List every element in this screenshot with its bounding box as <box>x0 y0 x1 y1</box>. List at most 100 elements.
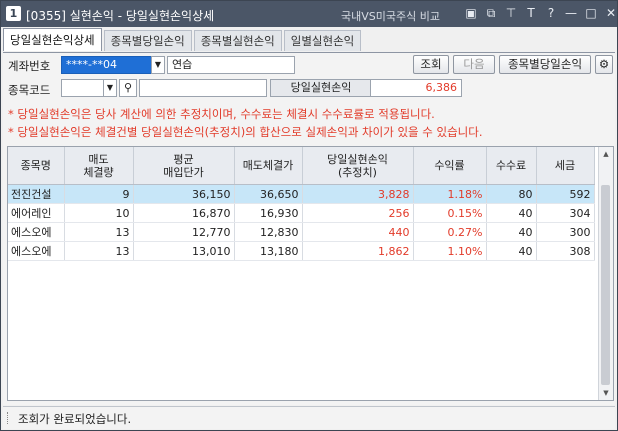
by-stock-pnl-button[interactable]: 종목별당일손익 <box>499 55 591 74</box>
grip-icon <box>7 412 10 424</box>
tab-2[interactable]: 종목별실현손익 <box>193 30 282 51</box>
table-cell: 36,650 <box>234 184 303 204</box>
status-message: 조회가 완료되었습니다. <box>18 412 132 426</box>
table-cell: 36,150 <box>133 184 235 204</box>
table-cell: 13,180 <box>234 241 303 261</box>
table-cell: 0.27% <box>413 222 487 242</box>
table-cell: 12,770 <box>133 222 235 242</box>
column-header[interactable]: 수익률 <box>413 147 487 185</box>
table-cell: 에스오에 <box>8 241 65 261</box>
account-dropdown-arrow[interactable]: ▼ <box>151 56 165 74</box>
column-header-line: 매도체결가 <box>242 159 294 172</box>
title-bar-controls: ▣ ⧉ ⊤ T? — □ ✕ <box>464 6 618 21</box>
table-cell: 256 <box>302 203 414 223</box>
table-cell: 전진건설 <box>8 184 65 204</box>
table-cell: 10 <box>64 203 134 223</box>
table-row[interactable]: 에스오에 13 13,010 13,180 1,862 1.10% 40 308 <box>8 241 595 261</box>
column-header[interactable]: 종목명 <box>8 147 65 185</box>
magnifier-icon: ⚲ <box>123 81 133 94</box>
table-cell: 1.10% <box>413 241 487 261</box>
window-icon[interactable]: ▣ <box>464 6 478 21</box>
table-cell: 40 <box>486 203 537 223</box>
table-cell: 0.15% <box>413 203 487 223</box>
next-button[interactable]: 다음 <box>453 55 495 74</box>
pnl-value: 6,386 <box>370 79 462 97</box>
column-header-line: 수수료 <box>495 159 527 172</box>
stock-code-label: 종목코드 <box>8 83 51 97</box>
table-row[interactable]: 에어레인 10 16,870 16,930 256 0.15% 40 304 <box>8 203 595 223</box>
column-header-line: 당일실현손익 <box>327 152 388 166</box>
column-header-line: 종목명 <box>20 159 51 172</box>
settings-button[interactable]: ⚙ <box>595 55 613 74</box>
stock-code-input[interactable] <box>61 79 105 97</box>
table-cell: 3,828 <box>302 184 414 204</box>
note-estimate: * 당일실현손익은 당사 계산에 의한 추정치이며, 수수료는 체결시 수수료률… <box>8 107 435 121</box>
column-header-line: 세금 <box>554 159 576 172</box>
compare-link[interactable]: 국내VS미국주식 비교 <box>341 8 440 24</box>
scroll-down-icon[interactable]: ▼ <box>599 386 613 400</box>
pnl-detail-grid: 종목명 매도 체결량 평균 매입단가 매도체결가 당일실현손익 (추정치) 수익률 수수료 세금 전… <box>7 146 614 401</box>
window-number-badge: 1 <box>6 6 21 21</box>
app-window: 1 [0355] 실현손익 - 당일실현손익상세 국내VS미국주식 비교 ▣ ⧉ ⊤… <box>0 0 618 431</box>
table-cell: 에어레인 <box>8 203 65 223</box>
gear-icon: ⚙ <box>598 57 610 71</box>
column-header[interactable]: 수수료 <box>486 147 537 185</box>
tab-0[interactable]: 당일실현손익상세 <box>3 28 102 51</box>
table-cell: 300 <box>536 222 595 242</box>
table-cell: 에스오에 <box>8 222 65 242</box>
stock-code-dropdown-arrow[interactable]: ▼ <box>103 79 117 97</box>
table-cell: 1,862 <box>302 241 414 261</box>
tab-3[interactable]: 일별실현손익 <box>283 30 362 51</box>
table-row[interactable]: 에스오에 13 12,770 12,830 440 0.27% 40 300 <box>8 222 595 242</box>
column-header-line: 체결량 <box>83 165 114 179</box>
window-title: [0355] 실현손익 - 당일실현손익상세 <box>26 9 215 23</box>
table-cell: 9 <box>64 184 134 204</box>
copy-icon[interactable]: ⧉ <box>484 6 498 21</box>
table-cell: 592 <box>536 184 595 204</box>
vertical-scrollbar[interactable]: ▲ ▼ <box>598 147 613 400</box>
account-name-field: 연습 <box>167 56 295 74</box>
table-cell: 13 <box>64 241 134 261</box>
column-header[interactable]: 당일실현손익 (추정치) <box>302 147 414 185</box>
pnl-label: 당일실현손익 <box>270 79 372 97</box>
search-button[interactable]: 조회 <box>413 55 449 74</box>
column-header-line: 평균 <box>173 152 194 166</box>
account-number-select[interactable]: ****-**04 <box>61 56 153 74</box>
scroll-thumb[interactable] <box>601 185 610 385</box>
title-bar[interactable]: 1 [0355] 실현손익 - 당일실현손익상세 국내VS미국주식 비교 ▣ ⧉ ⊤… <box>1 1 617 27</box>
table-cell: 16,870 <box>133 203 235 223</box>
column-header-line: 매입단가 <box>163 165 204 179</box>
table-cell: 304 <box>536 203 595 223</box>
column-header[interactable]: 매도 체결량 <box>64 147 134 185</box>
font-icon[interactable]: T <box>524 6 538 21</box>
close-icon[interactable]: ✕ <box>604 6 618 21</box>
tab-1[interactable]: 종목별당일손익 <box>103 30 192 51</box>
column-header[interactable]: 평균 매입단가 <box>133 147 235 185</box>
table-cell: 440 <box>302 222 414 242</box>
column-header[interactable]: 매도체결가 <box>234 147 303 185</box>
column-header-line: 수익률 <box>434 159 465 172</box>
table-row[interactable]: 전진건설 9 36,150 36,650 3,828 1.18% 80 592 <box>8 184 595 204</box>
column-header-line: 매도 <box>88 152 109 166</box>
table-cell: 40 <box>486 241 537 261</box>
minimize-icon[interactable]: — <box>564 6 578 21</box>
note-difference: * 당일실현손익은 체결건별 당일실현손익(추정치)의 합산으로 실제손익과 차… <box>8 125 483 139</box>
stock-name-field <box>139 79 267 97</box>
table-cell: 13 <box>64 222 134 242</box>
column-header-line: (추정치) <box>338 165 377 179</box>
table-cell: 16,930 <box>234 203 303 223</box>
table-cell: 13,010 <box>133 241 235 261</box>
column-header[interactable]: 세금 <box>536 147 595 185</box>
table-cell: 1.18% <box>413 184 487 204</box>
table-cell: 308 <box>536 241 595 261</box>
table-cell: 12,830 <box>234 222 303 242</box>
stock-search-button[interactable]: ⚲ <box>119 79 137 97</box>
scroll-up-icon[interactable]: ▲ <box>599 147 613 161</box>
pin-icon[interactable]: ⊤ <box>504 6 518 21</box>
table-cell: 80 <box>486 184 537 204</box>
tab-strip: 당일실현손익상세 종목별당일손익 종목별실현손익 일별실현손익 <box>3 28 363 52</box>
status-bar: 조회가 완료되었습니다. <box>3 406 615 429</box>
maximize-icon[interactable]: □ <box>584 6 598 21</box>
help-icon[interactable]: ? <box>544 6 558 21</box>
pnl-detail-table: 종목명 매도 체결량 평균 매입단가 매도체결가 당일실현손익 (추정치) 수익률 수수료 세금 전… <box>8 147 595 261</box>
